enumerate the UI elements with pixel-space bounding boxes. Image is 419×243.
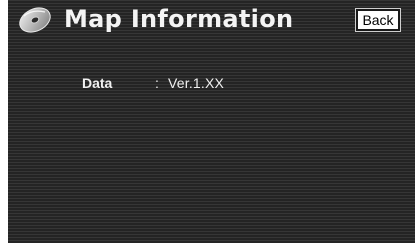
title-bar: Map Information Back — [8, 0, 415, 40]
back-button[interactable]: Back — [355, 8, 401, 32]
page-title: Map Information — [64, 5, 294, 33]
data-version-value: Ver.1.XX — [168, 75, 225, 91]
data-separator: : — [155, 75, 159, 91]
data-label: Data — [82, 75, 113, 91]
disc-icon — [18, 5, 52, 35]
map-information-screen: Map Information Back Data : Ver.1.XX — [8, 0, 415, 243]
